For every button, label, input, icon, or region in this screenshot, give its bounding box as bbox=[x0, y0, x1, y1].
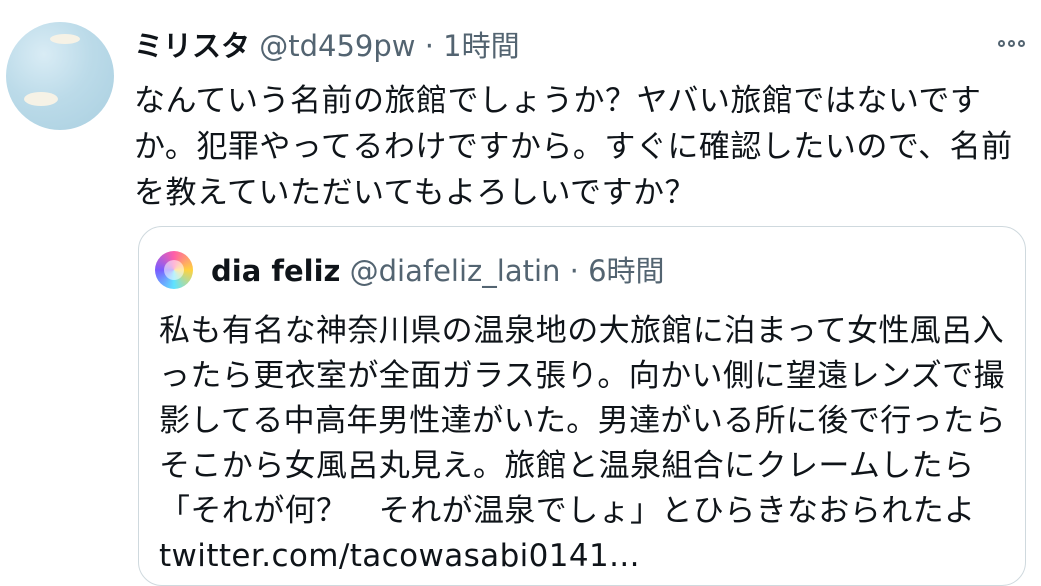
dot bbox=[1018, 40, 1025, 47]
tweet-text: なんていう名前の旅館でしょうか？ヤバい旅館ではないですか。犯罪やってるわけですか… bbox=[134, 83, 1013, 211]
tweet-header: ミリスタ @td459pw · 1時間 bbox=[134, 26, 520, 66]
more-horizontal-icon[interactable] bbox=[998, 40, 1025, 47]
dot bbox=[998, 40, 1005, 47]
avatar[interactable] bbox=[6, 22, 114, 130]
author-handle[interactable]: @td459pw bbox=[259, 29, 415, 63]
author-name[interactable]: ミリスタ bbox=[134, 29, 250, 63]
quote-header: dia feliz @diafeliz_latin · 6時間 bbox=[211, 251, 665, 291]
quote-text: 私も有名な神奈川県の温泉地の大旅館に泊まって女性風呂入ったら更衣室が全面ガラス張… bbox=[159, 313, 1006, 574]
separator-dot: · bbox=[424, 29, 434, 63]
quote-avatar[interactable] bbox=[155, 251, 193, 289]
quote-separator-dot: · bbox=[569, 254, 579, 288]
avatar-cloud bbox=[50, 34, 80, 44]
dot bbox=[1008, 40, 1015, 47]
quoted-tweet[interactable]: dia feliz @diafeliz_latin · 6時間 私も有名な神奈川… bbox=[138, 226, 1026, 586]
quote-author-name[interactable]: dia feliz bbox=[211, 254, 340, 288]
quote-timestamp[interactable]: 6時間 bbox=[588, 254, 664, 288]
timestamp[interactable]: 1時間 bbox=[443, 29, 519, 63]
avatar-cloud bbox=[24, 92, 58, 106]
quote-author-handle[interactable]: @diafeliz_latin bbox=[350, 254, 561, 288]
